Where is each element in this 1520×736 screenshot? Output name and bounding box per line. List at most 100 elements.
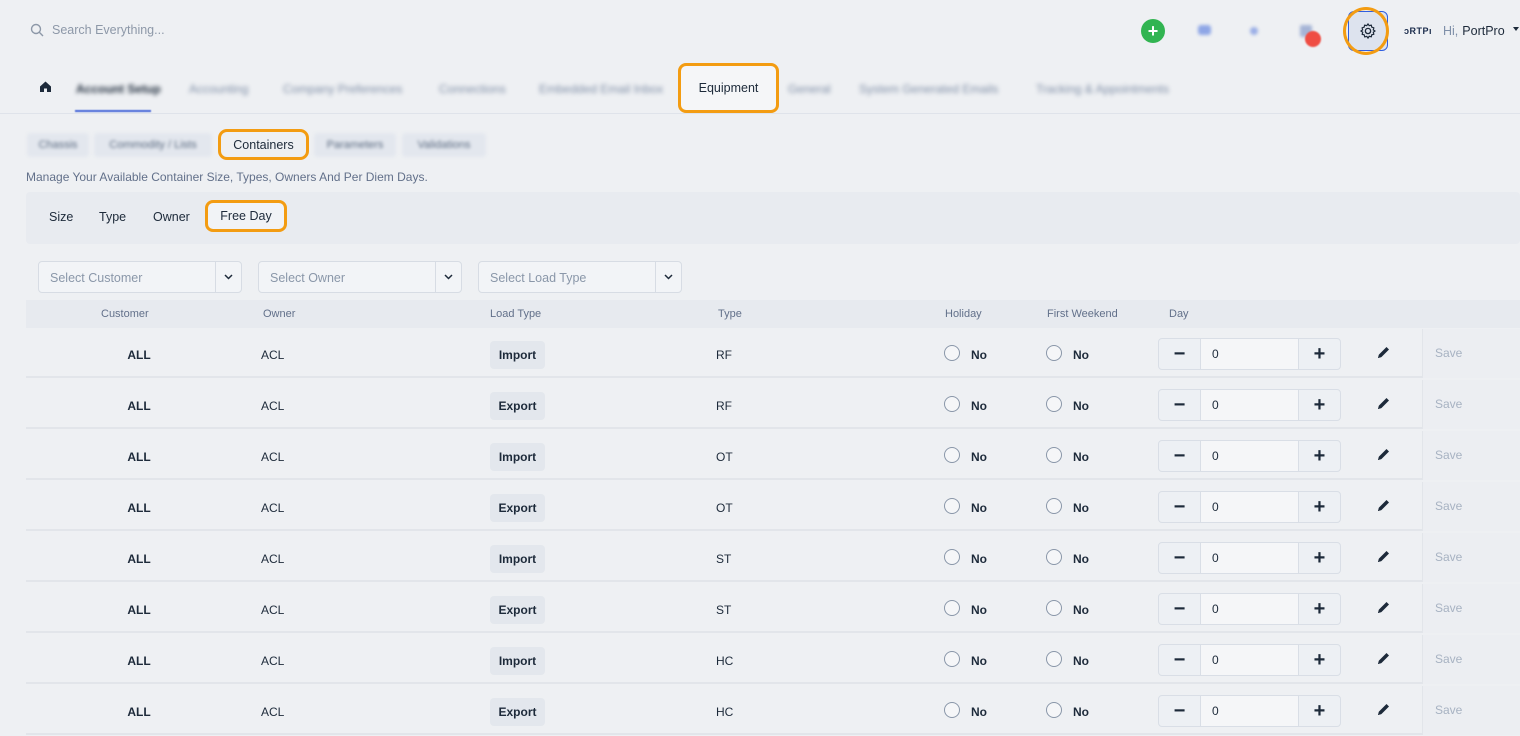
owner-cell: ACL: [261, 399, 285, 413]
holiday-radio[interactable]: [944, 549, 960, 565]
day-input[interactable]: 0: [1200, 390, 1299, 420]
subtab-chassis[interactable]: Chassis: [27, 133, 89, 157]
first-weekend-radio[interactable]: [1046, 345, 1062, 361]
edit-button[interactable]: [1376, 651, 1391, 669]
tab-connections[interactable]: Connections: [439, 82, 506, 96]
holiday-radio[interactable]: [944, 498, 960, 514]
edit-button[interactable]: [1376, 345, 1391, 363]
edit-button[interactable]: [1376, 702, 1391, 720]
tab-equipment[interactable]: Equipment: [678, 63, 779, 113]
save-button[interactable]: Save: [1422, 380, 1520, 429]
star-icon[interactable]: [1242, 19, 1266, 43]
edit-button[interactable]: [1376, 498, 1391, 516]
save-button[interactable]: Save: [1422, 533, 1520, 582]
increment-button[interactable]: +: [1299, 492, 1340, 522]
holiday-label: No: [971, 501, 987, 515]
tab-embedded-email-inbox[interactable]: Embedded Email Inbox: [539, 82, 663, 96]
subtab-containers[interactable]: Containers: [218, 129, 309, 160]
day-input[interactable]: 0: [1200, 492, 1299, 522]
customer-cell: ALL: [127, 603, 151, 617]
chevron-down-icon[interactable]: [435, 262, 461, 292]
save-button[interactable]: Save: [1422, 686, 1520, 735]
tab-accounting[interactable]: Accounting: [189, 82, 248, 96]
increment-button[interactable]: +: [1299, 645, 1340, 675]
chat-icon[interactable]: [1193, 19, 1217, 43]
tab-account-setup[interactable]: Account Setup: [76, 82, 161, 96]
holiday-radio[interactable]: [944, 345, 960, 361]
holiday-radio[interactable]: [944, 447, 960, 463]
header-day: Day: [1169, 308, 1189, 320]
holiday-radio[interactable]: [944, 600, 960, 616]
tab-owner[interactable]: Owner: [153, 210, 190, 224]
edit-button[interactable]: [1376, 549, 1391, 567]
customer-select[interactable]: Select Customer: [38, 261, 242, 293]
decrement-button[interactable]: −: [1159, 339, 1200, 369]
add-button[interactable]: +: [1141, 19, 1165, 43]
chevron-down-icon[interactable]: [655, 262, 681, 292]
day-input[interactable]: 0: [1200, 543, 1299, 573]
subtab-commodity-lists[interactable]: Commodity / Lists: [94, 133, 212, 157]
decrement-button[interactable]: −: [1159, 696, 1200, 726]
holiday-radio[interactable]: [944, 396, 960, 412]
day-input[interactable]: 0: [1200, 339, 1299, 369]
day-stepper: −0 +: [1158, 695, 1341, 727]
first-weekend-radio[interactable]: [1046, 498, 1062, 514]
chevron-down-icon[interactable]: [1513, 27, 1519, 31]
home-icon[interactable]: [39, 80, 52, 96]
increment-button[interactable]: +: [1299, 696, 1340, 726]
edit-button[interactable]: [1376, 447, 1391, 465]
decrement-button[interactable]: −: [1159, 492, 1200, 522]
increment-button[interactable]: +: [1299, 390, 1340, 420]
increment-button[interactable]: +: [1299, 543, 1340, 573]
day-input[interactable]: 0: [1200, 441, 1299, 471]
tab-size[interactable]: Size: [49, 210, 73, 224]
customer-cell: ALL: [127, 552, 151, 566]
subtab-parameters[interactable]: Parameters: [314, 133, 396, 157]
day-input[interactable]: 0: [1200, 594, 1299, 624]
tab-system-generated-emails[interactable]: System Generated Emails: [859, 82, 998, 96]
load-type-badge: Import: [490, 341, 545, 369]
holiday-radio[interactable]: [944, 702, 960, 718]
first-weekend-radio[interactable]: [1046, 600, 1062, 616]
save-button[interactable]: Save: [1422, 584, 1520, 633]
plus-icon: +: [1313, 648, 1326, 671]
holiday-radio[interactable]: [944, 651, 960, 667]
tab-tracking-appointments[interactable]: Tracking & Appointments: [1036, 82, 1169, 96]
table-row: ALL ACL Import ST No No −0 + Save: [26, 533, 1520, 582]
decrement-button[interactable]: −: [1159, 594, 1200, 624]
decrement-button[interactable]: −: [1159, 645, 1200, 675]
day-input[interactable]: 0: [1200, 645, 1299, 675]
increment-button[interactable]: +: [1299, 441, 1340, 471]
first-weekend-radio[interactable]: [1046, 651, 1062, 667]
first-weekend-radio[interactable]: [1046, 447, 1062, 463]
decrement-button[interactable]: −: [1159, 390, 1200, 420]
save-button[interactable]: Save: [1422, 635, 1520, 684]
first-weekend-radio[interactable]: [1046, 549, 1062, 565]
tab-type[interactable]: Type: [99, 210, 126, 224]
increment-button[interactable]: +: [1299, 339, 1340, 369]
decrement-button[interactable]: −: [1159, 441, 1200, 471]
header-first-weekend: First Weekend: [1047, 308, 1118, 320]
save-button[interactable]: Save: [1422, 482, 1520, 531]
first-weekend-radio[interactable]: [1046, 702, 1062, 718]
owner-select[interactable]: Select Owner: [258, 261, 462, 293]
tab-company-preferences[interactable]: Company Preferences: [283, 82, 402, 96]
tab-free-day[interactable]: Free Day: [205, 200, 287, 232]
user-menu[interactable]: Hi, PortPro: [1443, 24, 1505, 38]
settings-button[interactable]: [1348, 11, 1388, 51]
increment-button[interactable]: +: [1299, 594, 1340, 624]
search-input[interactable]: Search Everything...: [30, 23, 165, 37]
edit-button[interactable]: [1376, 600, 1391, 618]
edit-button[interactable]: [1376, 396, 1391, 414]
save-button[interactable]: Save: [1422, 329, 1520, 378]
load-type-badge: Export: [490, 494, 545, 522]
day-input[interactable]: 0: [1200, 696, 1299, 726]
subtab-validations[interactable]: Validations: [402, 133, 486, 157]
first-weekend-radio[interactable]: [1046, 396, 1062, 412]
save-button[interactable]: Save: [1422, 431, 1520, 480]
decrement-button[interactable]: −: [1159, 543, 1200, 573]
tab-general[interactable]: General: [788, 82, 831, 96]
chevron-down-icon[interactable]: [215, 262, 241, 292]
load-type-select[interactable]: Select Load Type: [478, 261, 682, 293]
type-cell: RF: [716, 348, 732, 362]
